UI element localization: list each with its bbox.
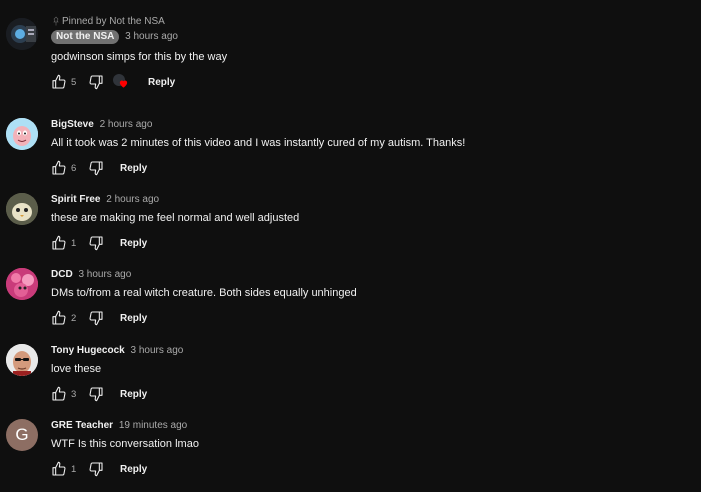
- like-count: 5: [71, 76, 77, 88]
- comment-pinned: Pinned by Not the NSA Not the NSA 3 hour…: [0, 14, 701, 102]
- comment: Tony Hugecock 3 hours ago love these 3 R…: [0, 344, 701, 414]
- reply-button[interactable]: Reply: [120, 313, 147, 324]
- dislike-button[interactable]: [88, 310, 104, 326]
- comment-actions: 2 Reply: [51, 308, 691, 328]
- like-count: 2: [71, 312, 77, 324]
- author-name[interactable]: Spirit Free: [51, 194, 100, 205]
- thumbs-up-icon: [52, 461, 66, 476]
- thumbs-down-icon: [89, 161, 103, 176]
- avatar[interactable]: [6, 193, 38, 225]
- comment-time[interactable]: 2 hours ago: [106, 194, 159, 205]
- thumbs-up-icon: [52, 160, 66, 175]
- like-count: 6: [71, 162, 77, 174]
- avatar[interactable]: [6, 118, 38, 150]
- thumbs-up-icon: [52, 74, 66, 89]
- comment-actions: 6 Reply: [51, 158, 691, 178]
- pinned-label: Pinned by Not the NSA: [62, 15, 165, 27]
- comment-text: DMs to/from a real witch creature. Both …: [51, 287, 357, 299]
- reply-button[interactable]: Reply: [148, 77, 175, 88]
- comment-time[interactable]: 19 minutes ago: [119, 420, 187, 431]
- dislike-button[interactable]: [88, 461, 104, 477]
- avatar[interactable]: [6, 344, 38, 376]
- thumbs-up-icon: [52, 310, 66, 325]
- thumbs-down-icon: [89, 462, 103, 477]
- author-name[interactable]: GRE Teacher: [51, 420, 113, 431]
- like-count: 1: [71, 463, 77, 475]
- comment-text: these are making me feel normal and well…: [51, 212, 300, 224]
- comment: DCD 3 hours ago DMs to/from a real witch…: [0, 268, 701, 338]
- comment-time[interactable]: 2 hours ago: [100, 119, 153, 130]
- comment-text: love these: [51, 363, 102, 375]
- comment-time[interactable]: 3 hours ago: [78, 269, 131, 280]
- author-name[interactable]: Tony Hugecock: [51, 345, 125, 356]
- thumbs-down-icon: [89, 387, 103, 402]
- creator-heart: [113, 74, 131, 90]
- reply-button[interactable]: Reply: [120, 238, 147, 249]
- comment: G GRE Teacher 19 minutes ago WTF Is this…: [0, 419, 701, 489]
- like-count: 1: [71, 237, 77, 249]
- comment-actions: 1 Reply: [51, 459, 691, 479]
- thumbs-down-icon: [89, 311, 103, 326]
- thumbs-down-icon: [89, 236, 103, 251]
- like-button[interactable]: [51, 310, 67, 326]
- like-button[interactable]: [51, 235, 67, 251]
- pin-icon: [51, 16, 61, 26]
- author-name[interactable]: BigSteve: [51, 119, 94, 130]
- reply-button[interactable]: Reply: [120, 163, 147, 174]
- pinned-indicator: Pinned by Not the NSA: [51, 14, 691, 28]
- comment-actions: 3 Reply: [51, 384, 691, 404]
- avatar[interactable]: [6, 268, 38, 300]
- comment: Spirit Free 2 hours ago these are making…: [0, 193, 701, 263]
- comment-actions: 1 Reply: [51, 233, 691, 253]
- like-button[interactable]: [51, 160, 67, 176]
- comment-time[interactable]: 3 hours ago: [131, 345, 184, 356]
- avatar[interactable]: G: [6, 419, 38, 451]
- dislike-button[interactable]: [88, 160, 104, 176]
- comment-time[interactable]: 3 hours ago: [125, 31, 178, 42]
- thumbs-down-icon: [89, 75, 103, 90]
- thumbs-up-icon: [52, 235, 66, 250]
- thumbs-up-icon: [52, 386, 66, 401]
- heart-icon: [119, 80, 128, 88]
- avatar[interactable]: [6, 18, 38, 50]
- like-button[interactable]: [51, 386, 67, 402]
- comment-text: WTF Is this conversation lmao: [51, 438, 199, 450]
- comment-actions: 5 Reply: [51, 72, 691, 92]
- dislike-button[interactable]: [88, 235, 104, 251]
- dislike-button[interactable]: [88, 386, 104, 402]
- like-button[interactable]: [51, 74, 67, 90]
- comment: BigSteve 2 hours ago All it took was 2 m…: [0, 118, 701, 188]
- like-count: 3: [71, 388, 77, 400]
- author-name[interactable]: DCD: [51, 269, 73, 280]
- reply-button[interactable]: Reply: [120, 389, 147, 400]
- comment-text: godwinson simps for this by the way: [51, 51, 228, 63]
- like-button[interactable]: [51, 461, 67, 477]
- comment-text: All it took was 2 minutes of this video …: [51, 137, 466, 149]
- dislike-button[interactable]: [88, 74, 104, 90]
- author-name[interactable]: Not the NSA: [51, 30, 120, 44]
- avatar-letter: G: [15, 425, 29, 444]
- reply-button[interactable]: Reply: [120, 464, 147, 475]
